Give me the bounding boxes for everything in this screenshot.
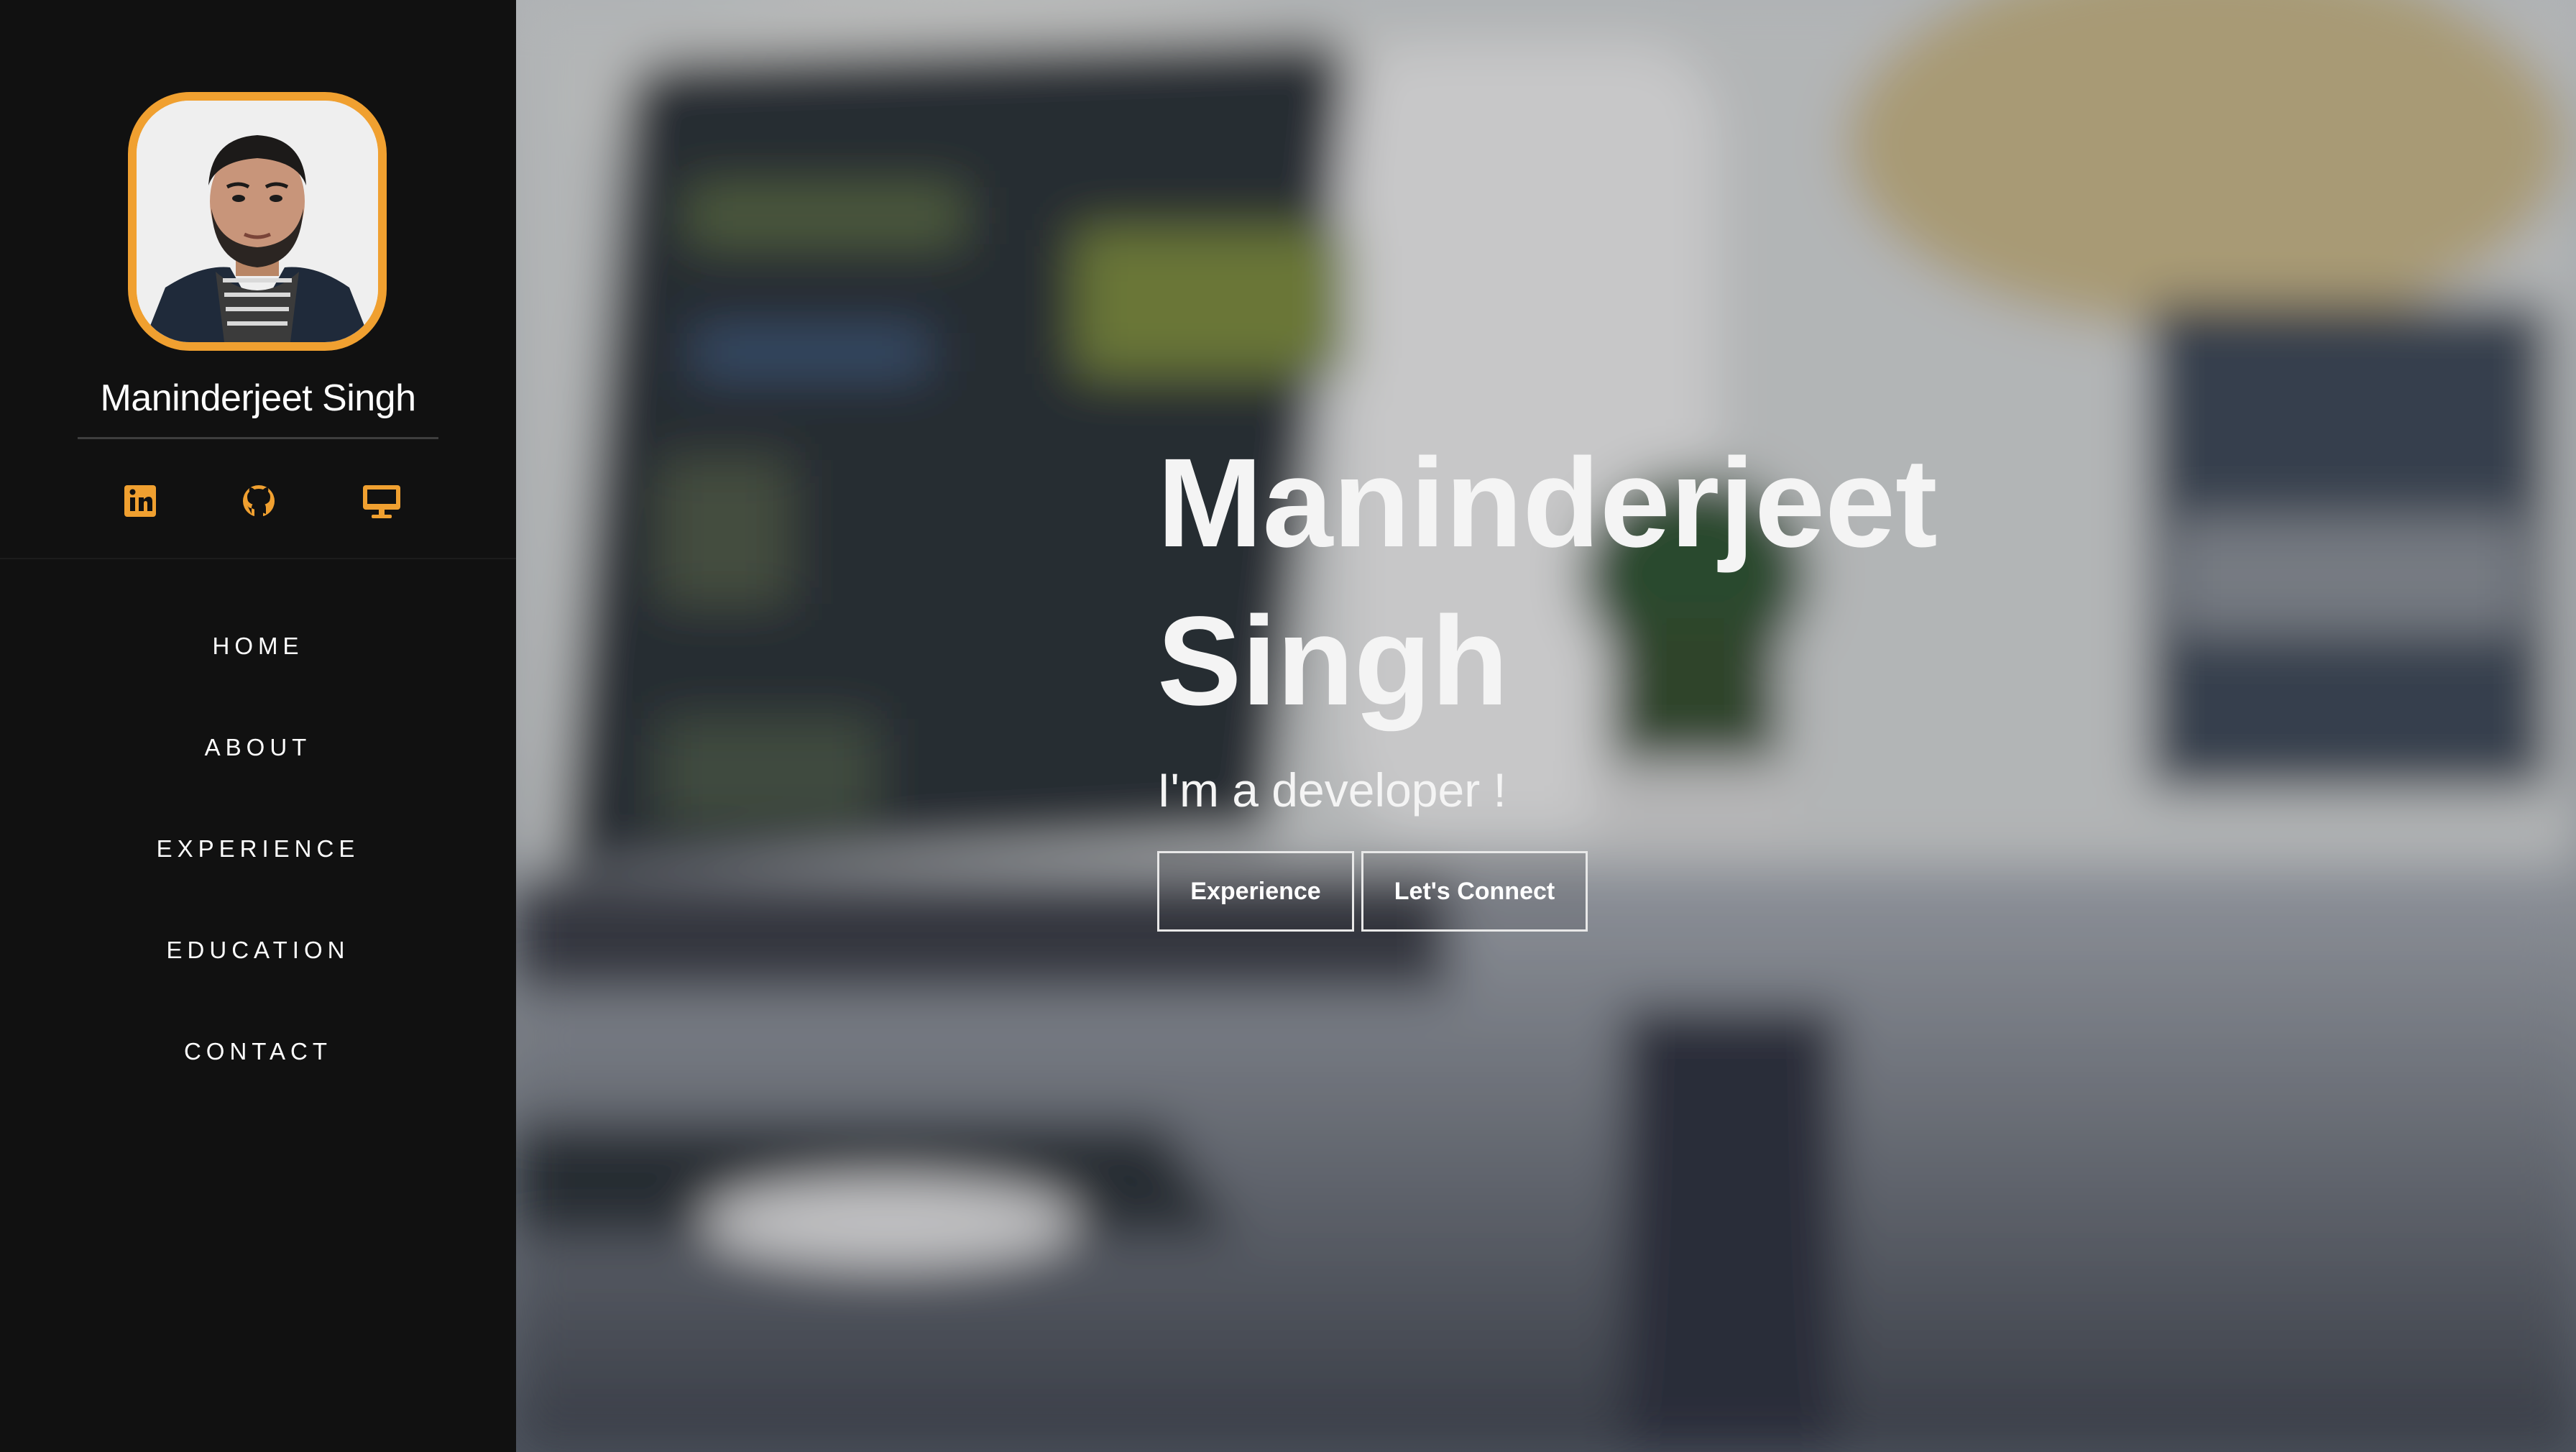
sidebar-nav: HOME ABOUT EXPERIENCE EDUCATION CONTACT bbox=[0, 633, 516, 1139]
monitor-icon[interactable] bbox=[359, 478, 405, 524]
hero-title: Maninderjeet Singh bbox=[1157, 433, 1938, 732]
hero-subtitle: I'm a developer ! bbox=[1157, 763, 1506, 817]
nav-education[interactable]: EDUCATION bbox=[0, 937, 516, 1038]
hero-section: Maninderjeet Singh I'm a developer ! Exp… bbox=[516, 0, 2576, 1452]
linkedin-icon[interactable] bbox=[117, 478, 163, 524]
experience-button[interactable]: Experience bbox=[1157, 851, 1354, 932]
nav-experience[interactable]: EXPERIENCE bbox=[0, 835, 516, 937]
hero-buttons: Experience Let's Connect bbox=[1157, 851, 2163, 932]
lets-connect-button[interactable]: Let's Connect bbox=[1361, 851, 1588, 932]
avatar bbox=[128, 92, 387, 351]
nav-contact[interactable]: CONTACT bbox=[0, 1038, 516, 1139]
social-links bbox=[0, 478, 516, 528]
sidebar: Maninderjeet Singh HOME ABOUT EXPERIENCE… bbox=[0, 0, 516, 1452]
page: Maninderjeet Singh HOME ABOUT EXPERIENCE… bbox=[0, 0, 2576, 1452]
github-icon[interactable] bbox=[236, 478, 282, 524]
profile-block: Maninderjeet Singh bbox=[0, 0, 516, 559]
name-divider bbox=[78, 437, 438, 439]
hero-content: Maninderjeet Singh I'm a developer ! Exp… bbox=[1157, 424, 2163, 932]
sidebar-name: Maninderjeet Singh bbox=[100, 377, 416, 419]
profile-photo bbox=[137, 101, 378, 342]
nav-home[interactable]: HOME bbox=[0, 633, 516, 734]
nav-about[interactable]: ABOUT bbox=[0, 734, 516, 835]
